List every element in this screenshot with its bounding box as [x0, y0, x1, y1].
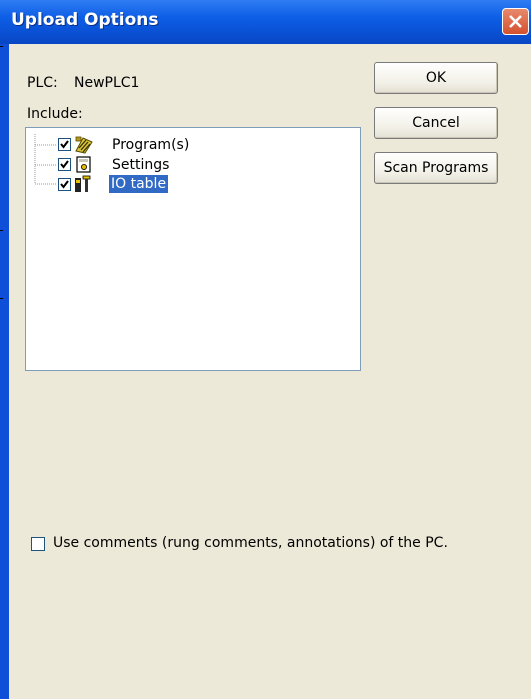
use-comments-label: Use comments (rung comments, annotations…: [53, 535, 448, 551]
programs-checkbox[interactable]: [58, 138, 71, 151]
use-comments-checkbox[interactable]: [31, 537, 45, 551]
close-icon: [509, 15, 522, 28]
edge-tick: [0, 46, 3, 47]
tree-item-label: Settings: [112, 157, 170, 173]
io-table-icon: [75, 175, 91, 192]
tree-item-label: Program(s): [112, 137, 190, 153]
io-table-checkbox[interactable]: [58, 178, 71, 191]
title-bar[interactable]: Upload Options: [0, 0, 531, 44]
window-title: Upload Options: [11, 10, 159, 30]
tree-item-io-table[interactable]: IO table: [26, 175, 226, 193]
program-icon: [75, 136, 93, 154]
tree-item-programs[interactable]: Program(s): [26, 136, 226, 154]
check-icon: [60, 160, 69, 169]
plc-name: NewPLC1: [74, 75, 140, 91]
include-label: Include:: [27, 106, 83, 122]
check-icon: [60, 140, 69, 149]
edge-tick: [0, 230, 3, 231]
scan-programs-button[interactable]: Scan Programs: [374, 152, 498, 184]
settings-icon: [76, 156, 91, 173]
plc-label: PLC:: [27, 75, 58, 91]
cancel-button[interactable]: Cancel: [374, 107, 498, 139]
close-button[interactable]: [502, 8, 529, 35]
window-left-border: [0, 0, 9, 699]
edge-tick: [0, 298, 3, 299]
tree-item-settings[interactable]: Settings: [26, 156, 226, 174]
settings-checkbox[interactable]: [58, 158, 71, 171]
tree-item-label-selected: IO table: [109, 175, 169, 193]
include-tree[interactable]: Program(s) Settings IO table: [25, 127, 361, 371]
ok-button[interactable]: OK: [374, 62, 498, 94]
check-icon: [60, 180, 69, 189]
